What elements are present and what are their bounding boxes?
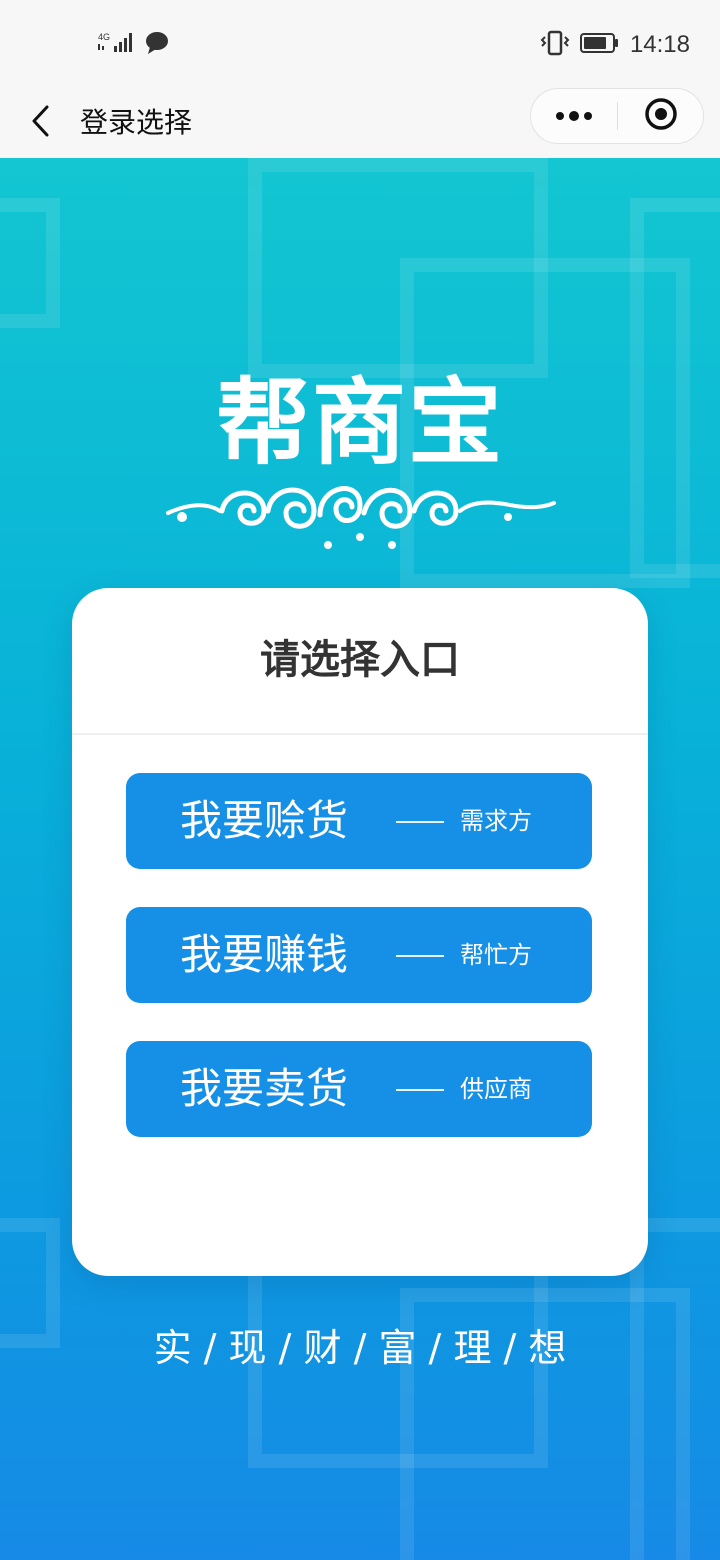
decorative-frame bbox=[630, 198, 720, 578]
status-right: 14:18 bbox=[540, 30, 690, 60]
dash-line bbox=[396, 821, 444, 823]
entry-role: 帮忙方 bbox=[460, 941, 532, 969]
entry-button-sell-goods[interactable]: 我要卖货 供应商 bbox=[126, 1041, 592, 1137]
signal-icon: 4G bbox=[98, 30, 136, 60]
close-button[interactable] bbox=[618, 89, 704, 143]
entry-button-buy-on-credit[interactable]: 我要赊货 需求方 bbox=[126, 773, 592, 869]
card-title: 请选择入口 bbox=[260, 637, 460, 683]
cloud-ornament-icon bbox=[166, 486, 556, 549]
brand-name: 帮商宝 bbox=[215, 368, 504, 478]
chevron-left-icon bbox=[29, 104, 51, 142]
vibrate-icon bbox=[540, 30, 570, 60]
entry-role: 需求方 bbox=[460, 807, 532, 835]
battery-icon bbox=[579, 32, 620, 58]
entry-label: 我要卖货 bbox=[180, 1064, 349, 1113]
card-divider bbox=[72, 733, 648, 735]
entry-label: 我要赊货 bbox=[180, 796, 349, 845]
page-title: 登录选择 bbox=[80, 106, 193, 139]
more-dots-icon bbox=[554, 107, 594, 126]
entry-role: 供应商 bbox=[460, 1075, 532, 1103]
decorative-frame bbox=[630, 1218, 720, 1560]
dash-line bbox=[396, 955, 444, 957]
dash-line bbox=[396, 1089, 444, 1091]
brand-logo: 帮商宝 bbox=[160, 363, 560, 553]
entry-card: 请选择入口 我要赊货 需求方 我要赚钱 帮忙方 我要卖货 供应商 bbox=[72, 588, 648, 1276]
status-left: 4G bbox=[98, 30, 170, 60]
main-area: 帮商宝 请选择入口 我要赊货 需求方 我要赚钱 帮忙方 我要卖货 供应商 实 /… bbox=[0, 158, 720, 1560]
chat-bubble-icon bbox=[144, 31, 170, 59]
target-circle-icon bbox=[644, 97, 678, 135]
more-button[interactable] bbox=[531, 89, 617, 143]
slogan: 实 / 现 / 财 / 富 / 理 / 想 bbox=[153, 1326, 567, 1370]
status-time: 14:18 bbox=[629, 31, 690, 58]
entry-label: 我要赚钱 bbox=[180, 930, 349, 979]
status-bar: 4G 14:18 bbox=[0, 0, 720, 88]
decorative-frame bbox=[0, 198, 60, 328]
network-label: 4G bbox=[98, 32, 110, 42]
entry-button-earn-money[interactable]: 我要赚钱 帮忙方 bbox=[126, 907, 592, 1003]
mini-program-capsule bbox=[530, 88, 704, 144]
nav-bar: 登录选择 bbox=[0, 88, 720, 158]
back-button[interactable] bbox=[20, 98, 60, 148]
